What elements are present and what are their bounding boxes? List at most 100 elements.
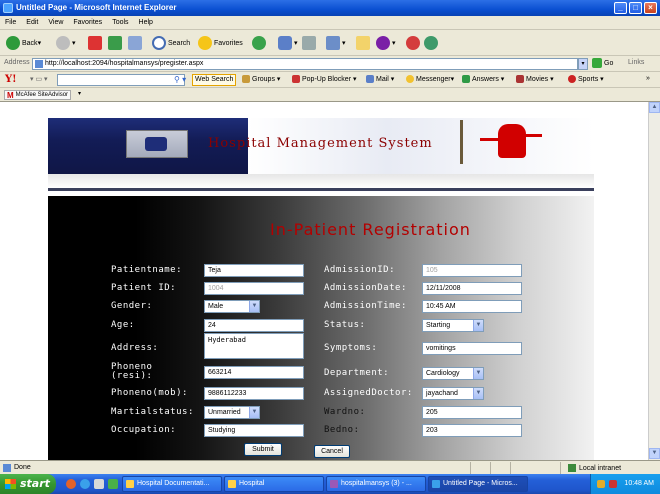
popup-blocker-icon <box>292 75 300 83</box>
menu-favorites[interactable]: Favorites <box>68 16 107 30</box>
back-arrow-icon <box>6 36 20 50</box>
search-button[interactable]: Search <box>152 34 190 52</box>
status-select[interactable]: Starting ▼ <box>422 319 484 332</box>
tray-icon[interactable] <box>609 480 617 488</box>
messenger-button[interactable]: ▾ <box>376 34 396 52</box>
research-button[interactable] <box>406 34 422 52</box>
admission-time-label: AdmissionTime: <box>324 301 407 311</box>
edit-button[interactable]: ▾ <box>326 34 346 52</box>
vertical-scrollbar[interactable]: ▲ ▼ <box>648 102 660 460</box>
menu-view[interactable]: View <box>43 16 68 30</box>
refresh-icon <box>108 36 122 50</box>
registration-form: In-Patient Registration Patientname: Tej… <box>48 196 594 460</box>
forward-button[interactable]: ▾ <box>56 34 76 52</box>
page-content: Hospital Management System In-Patient Re… <box>0 102 648 460</box>
patient-id-input: 1004 <box>204 282 304 295</box>
favorites-button[interactable]: Favorites <box>198 34 243 52</box>
bedno-input[interactable]: 203 <box>422 424 522 437</box>
task-hospital-documentation[interactable]: Hospital Documentati... <box>122 476 222 492</box>
print-icon <box>302 36 316 50</box>
banner-divider <box>48 188 594 191</box>
mail-button[interactable]: ▾ <box>278 34 298 52</box>
age-input[interactable]: 24 <box>204 319 304 332</box>
age-label: Age: <box>111 320 135 330</box>
yahoo-mail[interactable]: Mail ▾ <box>366 75 394 83</box>
maximize-button[interactable]: □ <box>629 2 642 14</box>
site-banner: Hospital Management System <box>48 118 594 191</box>
media-icon[interactable] <box>108 479 118 489</box>
menu-help[interactable]: Help <box>134 16 158 30</box>
gender-select[interactable]: Male ▼ <box>204 300 260 313</box>
firefox-icon[interactable] <box>66 479 76 489</box>
stop-button[interactable] <box>88 34 104 52</box>
mcafee-siteadvisor-button[interactable]: M McAfee SiteAdvisor <box>4 90 72 100</box>
wardno-input[interactable]: 205 <box>422 406 522 419</box>
yahoo-menu-icon[interactable]: ▾ ▭ ▾ <box>30 75 48 83</box>
clock[interactable]: 10:48 AM <box>624 480 654 487</box>
search-icon[interactable]: ⚲ ▾ <box>174 75 186 84</box>
address-input[interactable]: http://localhost:2094/hospitalmansys/pre… <box>32 58 578 70</box>
patientname-label: Patientname: <box>111 265 183 275</box>
phone-resi-label-line2: (resi): <box>111 371 153 381</box>
occupation-label: Occupation: <box>111 425 177 435</box>
groups-icon <box>242 75 250 83</box>
home-button[interactable] <box>128 34 144 52</box>
yahoo-popup-blocker[interactable]: Pop-Up Blocker ▾ <box>292 75 357 83</box>
admission-date-input[interactable]: 12/11/2008 <box>422 282 522 295</box>
minimize-button[interactable]: _ <box>614 2 627 14</box>
marital-status-select[interactable]: Unmarried ▼ <box>204 406 260 419</box>
desktop-icon[interactable] <box>94 479 104 489</box>
hospital-mascot-icon <box>480 124 542 158</box>
system-tray: 10:48 AM <box>590 474 660 494</box>
task-hospital-folder[interactable]: Hospital <box>224 476 324 492</box>
yahoo-answers[interactable]: Answers ▾ <box>462 75 504 83</box>
favorites-bar: M McAfee SiteAdvisor ▾ <box>0 88 660 102</box>
toolbar-overflow-icon[interactable]: » <box>646 75 650 82</box>
occupation-input[interactable]: Studying <box>204 424 304 437</box>
start-button[interactable]: start <box>0 474 56 494</box>
yahoo-messenger[interactable]: Messenger ▾ <box>406 75 454 83</box>
submit-button[interactable]: Submit <box>244 443 282 456</box>
menu-tools[interactable]: Tools <box>107 16 133 30</box>
patientname-input[interactable]: Teja <box>204 264 304 277</box>
tray-icon[interactable] <box>597 480 605 488</box>
phone-resi-input[interactable]: 663214 <box>204 366 304 379</box>
menu-edit[interactable]: Edit <box>21 16 43 30</box>
print-button[interactable] <box>302 34 318 52</box>
messenger-icon <box>406 75 414 83</box>
refresh-button[interactable] <box>108 34 124 52</box>
edit-icon <box>326 36 340 50</box>
sports-icon <box>568 75 576 83</box>
yahoo-web-search-button[interactable]: Web Search <box>192 74 237 86</box>
admission-time-input[interactable]: 10:45 AM <box>422 300 522 313</box>
scroll-up-icon[interactable]: ▲ <box>649 102 660 113</box>
close-button[interactable]: × <box>644 2 657 14</box>
yahoo-search-input[interactable] <box>57 74 185 86</box>
mcafee-dropdown-icon[interactable]: ▾ <box>78 90 81 97</box>
cancel-button[interactable]: Cancel <box>314 445 350 458</box>
task-untitled-page[interactable]: Untitled Page - Micros... <box>428 476 528 492</box>
window-title: Untitled Page - Microsoft Internet Explo… <box>16 3 177 12</box>
ie-icon <box>3 3 13 13</box>
symptoms-input[interactable]: vomitings <box>422 342 522 355</box>
address-textarea[interactable]: Hyderabad <box>204 333 304 359</box>
menu-file[interactable]: File <box>0 16 21 30</box>
go-button[interactable]: Go <box>592 58 613 68</box>
task-hospitalmansys[interactable]: hospitalmansys (3) - ... <box>326 476 426 492</box>
assigned-doctor-select[interactable]: jayachand ▼ <box>422 387 484 400</box>
ie-quicklaunch-icon[interactable] <box>80 479 90 489</box>
yahoo-groups[interactable]: Groups ▾ <box>242 75 280 83</box>
phone-mob-input[interactable]: 9886112233 <box>204 387 304 400</box>
menu-bar: File Edit View Favorites Tools Help <box>0 16 660 46</box>
scroll-down-icon[interactable]: ▼ <box>649 448 660 459</box>
address-dropdown-button[interactable]: ▾ <box>578 58 588 70</box>
yahoo-sports[interactable]: Sports ▾ <box>568 75 604 83</box>
history-button[interactable] <box>252 34 268 52</box>
links-button[interactable]: Links <box>628 59 644 66</box>
yahoo-movies[interactable]: Movies ▾ <box>516 75 554 83</box>
discuss-button[interactable] <box>356 34 372 52</box>
back-button[interactable]: Back ▾ <box>6 34 41 52</box>
people-button[interactable] <box>424 34 440 52</box>
yahoo-logo[interactable]: Y! <box>5 74 17 85</box>
department-select[interactable]: Cardiology ▼ <box>422 367 484 380</box>
